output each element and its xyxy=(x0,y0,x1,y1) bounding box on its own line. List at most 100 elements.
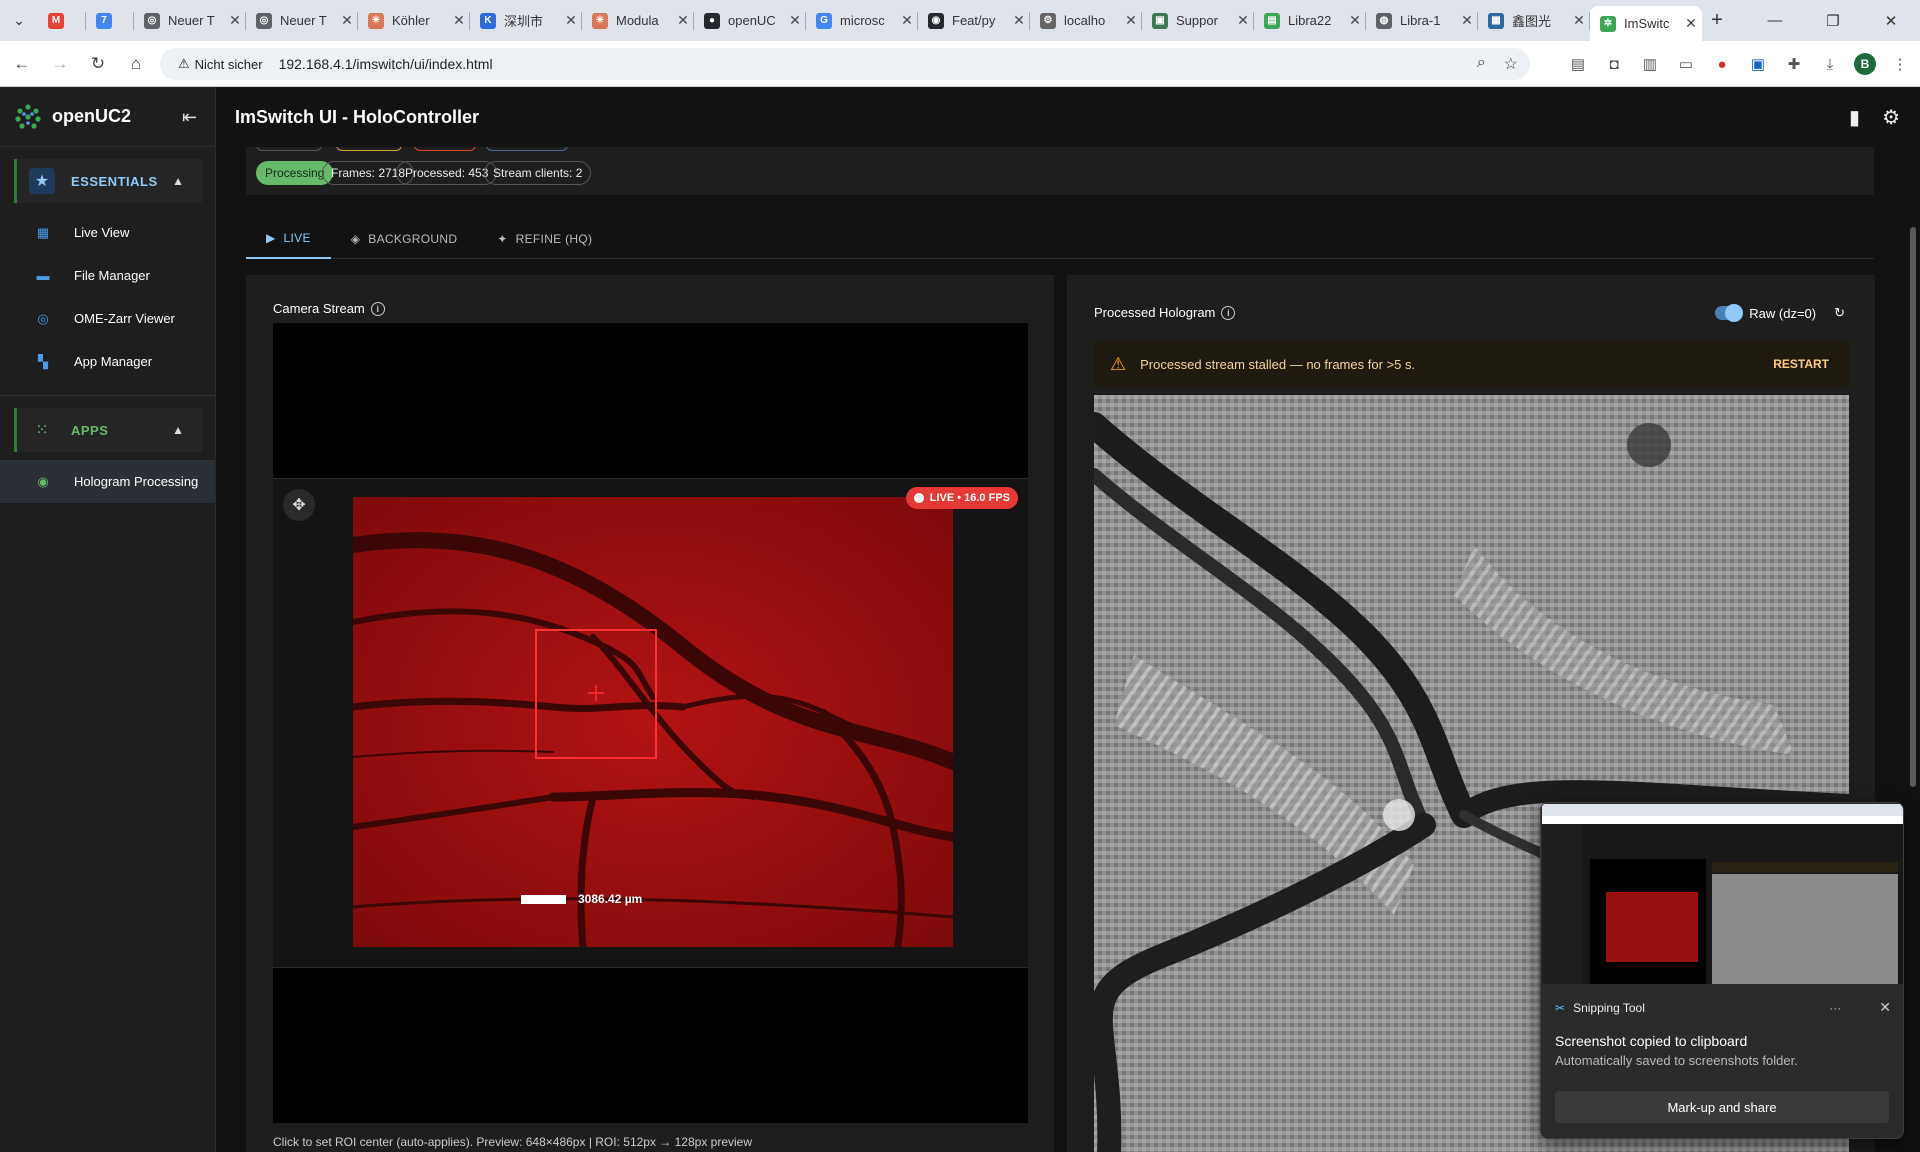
url-text[interactable]: 192.168.4.1/imswitch/ui/index.html xyxy=(279,56,493,72)
sidebar-item-file-manager[interactable]: ▬ File Manager xyxy=(0,254,215,297)
scale-bar-line xyxy=(521,894,566,904)
browser-tab[interactable]: ● openUC ✕ xyxy=(694,0,806,41)
media-icon[interactable]: ▭ xyxy=(1674,52,1698,76)
close-icon[interactable]: ✕ xyxy=(1879,999,1891,1016)
toast-app-name: Snipping Tool xyxy=(1573,1000,1645,1015)
browser-tab[interactable]: ◎ Neuer T ✕ xyxy=(134,0,246,41)
security-indicator[interactable]: ⚠ Nicht sicher xyxy=(168,51,273,77)
stream-clients-chip: Stream clients: 2 xyxy=(484,161,592,185)
screenshot-thumbnail[interactable] xyxy=(1542,804,1903,984)
download-icon[interactable]: ⤓ xyxy=(1818,52,1842,76)
processed-chip: Processed: 453 xyxy=(396,161,498,185)
sidebar-item-hologram-processing[interactable]: ◉ Hologram Processing xyxy=(0,460,215,503)
profile-avatar[interactable]: B xyxy=(1854,53,1876,75)
close-tab-icon[interactable]: ✕ xyxy=(1232,12,1254,29)
close-tab-icon[interactable]: ✕ xyxy=(1120,12,1142,29)
browser-tab[interactable]: Gmicrosc ✕ xyxy=(806,0,918,41)
viewer-icon: ◎ xyxy=(37,310,49,326)
browser-tab-title: microsc xyxy=(840,13,885,28)
camera-stream-viewport[interactable]: ✥ LIVE • 16.0 FPS 3086.42 µm xyxy=(273,323,1028,1123)
extension-red-icon[interactable]: ● xyxy=(1710,52,1734,76)
browser-tab[interactable]: ▤ Libra22 ✕ xyxy=(1254,0,1366,41)
translate-icon[interactable]: ▥ xyxy=(1638,52,1662,76)
chrome-icon: ◎ xyxy=(144,12,160,29)
info-icon[interactable]: i xyxy=(1221,305,1236,320)
tab-live[interactable]: ▶ LIVE xyxy=(246,219,331,259)
browser-tab[interactable]: ▣ Suppor ✕ xyxy=(1142,0,1254,41)
settings-gear-icon[interactable]: ⚙ xyxy=(1882,105,1900,130)
close-tab-icon[interactable]: ✕ xyxy=(1680,15,1702,32)
reload-icon[interactable]: ↻ xyxy=(82,48,114,80)
reader-icon[interactable]: ▤ xyxy=(1566,52,1590,76)
snipping-tool-toast: ✂ Snipping Tool ··· ✕ Screenshot copied … xyxy=(1540,802,1904,1139)
sd-card-icon[interactable]: ▮ xyxy=(1849,105,1860,130)
eye-icon: ◉ xyxy=(37,473,49,489)
move-icon[interactable]: ✥ xyxy=(283,489,315,521)
camera-caption: Click to set ROI center (auto-applies). … xyxy=(273,1135,753,1149)
browser-tab[interactable]: K 深圳市 ✕ xyxy=(470,0,582,41)
forward-icon[interactable]: → xyxy=(44,48,76,80)
close-tab-icon[interactable]: ✕ xyxy=(1008,12,1030,29)
close-tab-icon[interactable]: ✕ xyxy=(1344,12,1366,29)
new-tab-button[interactable]: + xyxy=(1702,9,1732,32)
tab-search-icon[interactable]: ⌄ xyxy=(0,0,38,41)
chevron-up-icon: ▲ xyxy=(172,423,184,437)
browser-tab-title: 鑫图光 xyxy=(1512,14,1552,29)
close-tab-icon[interactable]: ✕ xyxy=(1456,12,1478,29)
minimize-icon[interactable]: — xyxy=(1746,0,1804,41)
sidebar-item-app-manager[interactable]: ▚ App Manager xyxy=(0,340,215,383)
page-scrollbar[interactable] xyxy=(1908,147,1918,1147)
close-tab-icon[interactable]: ✕ xyxy=(1568,12,1590,29)
tab-refine-hq[interactable]: ✦ REFINE (HQ) xyxy=(477,219,612,259)
browser-tab[interactable]: ✲ ImSwitc ✕ xyxy=(1590,6,1702,41)
browser-tab[interactable]: 7 xyxy=(86,0,134,41)
close-window-icon[interactable]: ✕ xyxy=(1862,0,1920,41)
restart-button[interactable]: RESTART xyxy=(1773,357,1829,371)
bookmark-star-icon[interactable]: ☆ xyxy=(1504,54,1518,74)
section-essentials[interactable]: ★ ESSENTIALS ▲ xyxy=(14,159,202,203)
sidebar-item-live-view[interactable]: ▦ Live View xyxy=(0,211,215,254)
raw-switch[interactable] xyxy=(1715,304,1744,322)
back-icon[interactable]: ← xyxy=(6,48,38,80)
browser-tab[interactable]: ◍ Libra-1 ✕ xyxy=(1366,0,1478,41)
browser-tab[interactable]: ⚙ localho ✕ xyxy=(1030,0,1142,41)
close-tab-icon[interactable]: ✕ xyxy=(224,12,246,29)
home-icon[interactable]: ⌂ xyxy=(120,48,152,80)
browser-tab[interactable]: ✳ Köhler ✕ xyxy=(358,0,470,41)
puzzle-icon[interactable]: ✚ xyxy=(1782,52,1806,76)
sidebar-item-ome-zarr-viewer[interactable]: ◎ OME-Zarr Viewer xyxy=(0,297,215,340)
info-icon[interactable]: i xyxy=(370,301,385,316)
browser-tabbar: ⌄ M 7 ◎ Neuer T ✕ ◎ Neuer T ✕ ✳ Köhler ✕ K 深圳市 ✕ ✳ Modu… xyxy=(0,0,1920,41)
camera-image[interactable] xyxy=(353,497,953,947)
more-options-icon[interactable]: ··· xyxy=(1829,1001,1841,1015)
browser-tab[interactable]: ◉ Feat/py ✕ xyxy=(918,0,1030,41)
collapse-menu-icon[interactable]: ⇤ xyxy=(182,107,197,128)
chrome-icon: ◎ xyxy=(256,12,272,29)
close-tab-icon[interactable]: ✕ xyxy=(784,12,806,29)
browser-tab[interactable]: ✳ Modula ✕ xyxy=(582,0,694,41)
close-tab-icon[interactable]: ✕ xyxy=(896,12,918,29)
close-tab-icon[interactable]: ✕ xyxy=(336,12,358,29)
openuc2-icon: ✲ xyxy=(1600,15,1616,32)
camera-icon[interactable]: ◘ xyxy=(1602,52,1626,76)
grid-icon: ⁙ xyxy=(35,422,49,439)
restore-icon[interactable]: ❐ xyxy=(1804,0,1862,41)
tab-background[interactable]: ◈ BACKGROUND xyxy=(331,219,478,259)
browser-tab[interactable]: M xyxy=(38,0,86,41)
close-tab-icon[interactable]: ✕ xyxy=(448,12,470,29)
omnibox[interactable]: ⚠ Nicht sicher 192.168.4.1/imswitch/ui/i… xyxy=(160,48,1530,80)
section-apps[interactable]: ⁙ APPS ▲ xyxy=(14,408,202,452)
menu-dots-icon[interactable]: ⋮ xyxy=(1888,52,1912,76)
browser-tab[interactable]: ▦ 鑫图光 ✕ xyxy=(1478,0,1590,41)
gmail-icon: M xyxy=(48,12,64,29)
mark-up-and-share-button[interactable]: Mark-up and share xyxy=(1555,1091,1889,1123)
divider xyxy=(0,395,215,396)
address-bar: ← → ↻ ⌂ ⚠ Nicht sicher 192.168.4.1/imswi… xyxy=(0,41,1920,87)
extension-blue-icon[interactable]: ▣ xyxy=(1746,52,1770,76)
refresh-icon[interactable]: ↻ xyxy=(1834,305,1845,321)
close-tab-icon[interactable]: ✕ xyxy=(672,12,694,29)
zoom-icon[interactable]: ⌕ xyxy=(1477,54,1486,74)
raw-toggle[interactable]: Raw (dz=0) ↻ xyxy=(1715,304,1845,322)
close-tab-icon[interactable]: ✕ xyxy=(560,12,582,29)
browser-tab[interactable]: ◎ Neuer T ✕ xyxy=(246,0,358,41)
